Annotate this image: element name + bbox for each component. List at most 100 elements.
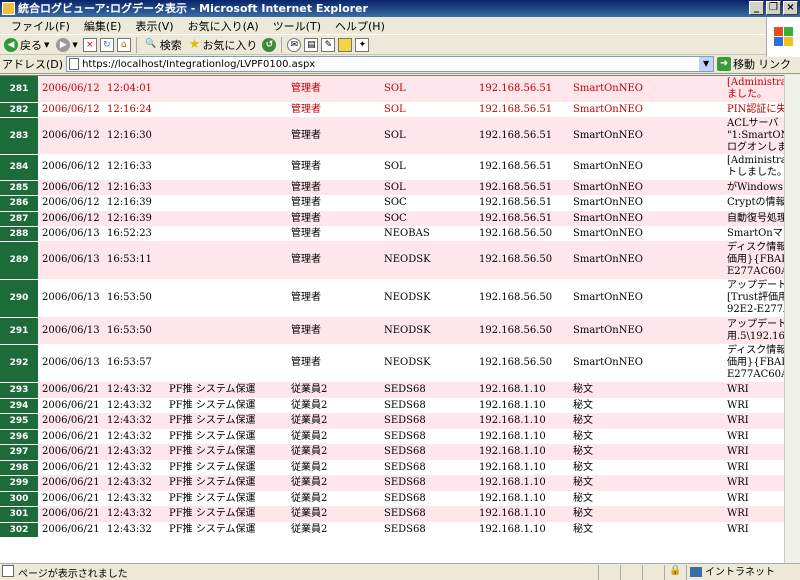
table-row[interactable]: 287 2006/06/12 12:16:39 管理者 SOC 192.168.56.51… (0, 211, 800, 227)
table-row[interactable]: 297 2006/06/21 12:43:32 PF推 システム保運 従業員2 SEDS6… (0, 444, 800, 461)
intranet-icon (690, 566, 702, 577)
host-cell: SmartOnNEO (569, 102, 723, 117)
row-number: 294 (0, 398, 38, 414)
menu-view[interactable]: 表示(V) (128, 18, 180, 34)
favorites-button[interactable]: ★ お気に入り (187, 36, 260, 54)
row-number: 300 (0, 491, 38, 507)
menu-favorites[interactable]: お気に入り(A) (181, 18, 266, 34)
address-dropdown-icon[interactable]: ▼ (699, 57, 714, 71)
table-row[interactable]: 283 2006/06/12 12:16:30 管理者 SOL 192.168.56.51… (0, 117, 800, 155)
task-cell: PF推 システム保運 (165, 460, 287, 475)
edit-icon[interactable]: ✎ (321, 37, 336, 52)
user-cell: 管理者 (287, 211, 380, 226)
row-number: 285 (0, 180, 38, 196)
host-cell: 秘文 (569, 382, 723, 398)
history-icon[interactable]: ↺ (262, 37, 277, 52)
ip-cell: 192.168.1.10 (475, 398, 569, 413)
time-cell: 12:04:01 (103, 76, 165, 102)
table-row[interactable]: 301 2006/06/21 12:43:32 PF推 システム保運 従業員2 SEDS6… (0, 506, 800, 523)
category-cell: SOL (380, 76, 475, 102)
vertical-scrollbar[interactable] (784, 75, 800, 563)
time-cell: 16:53:50 (103, 317, 165, 344)
user-cell: 従業員2 (287, 382, 380, 398)
table-row[interactable]: 289 2006/06/13 16:53:11 管理者 NEODSK 192.168.56… (0, 241, 800, 280)
host-cell: 秘文 (569, 444, 723, 460)
table-row[interactable]: 291 2006/06/13 16:53:50 管理者 NEODSK 192.168.56… (0, 317, 800, 345)
ip-cell: 192.168.1.10 (475, 444, 569, 460)
category-cell: NEODSK (380, 344, 475, 382)
host-cell: SmartOnNEO (569, 195, 723, 211)
search-button[interactable]: 🔍 検索 (142, 36, 184, 54)
ip-cell: 192.168.56.50 (475, 226, 569, 241)
category-cell: SOL (380, 154, 475, 180)
table-row[interactable]: 282 2006/06/12 12:16:24 管理者 SOL 192.168.56.51… (0, 102, 800, 118)
table-row[interactable]: 295 2006/06/21 12:43:32 PF推 システム保運 従業員2 SEDS6… (0, 413, 800, 430)
task-cell: PF推 システム保運 (165, 522, 287, 537)
table-row[interactable]: 290 2006/06/13 16:53:50 管理者 NEODSK 192.168.56… (0, 279, 800, 318)
toolbar-divider (135, 36, 137, 53)
back-button[interactable]: ◀ 戻る ▼ (2, 36, 51, 54)
links-button[interactable]: リンク (758, 56, 791, 72)
row-number: 291 (0, 317, 38, 345)
table-row[interactable]: 288 2006/06/13 16:52:23 管理者 NEOBAS 192.168.56… (0, 226, 800, 242)
row-number: 302 (0, 522, 38, 538)
go-button[interactable]: ➜ 移動 (717, 56, 755, 72)
time-cell: 12:16:24 (103, 102, 165, 117)
zone-label: イントラネット (705, 566, 775, 578)
forward-button[interactable]: ▶ ▼ (54, 36, 79, 54)
menu-help[interactable]: ヘルプ(H) (328, 18, 392, 34)
table-row[interactable]: 292 2006/06/13 16:53:57 管理者 NEODSK 192.168.56… (0, 344, 800, 383)
messenger-icon[interactable]: ✦ (355, 37, 370, 52)
time-cell: 16:53:11 (103, 241, 165, 279)
time-cell: 12:43:32 (103, 444, 165, 460)
table-row[interactable]: 302 2006/06/21 12:43:32 PF推 システム保運 従業員2 SEDS6… (0, 522, 800, 538)
host-cell: 秘文 (569, 522, 723, 537)
table-row[interactable]: 299 2006/06/21 12:43:32 PF推 システム保運 従業員2 SEDS6… (0, 475, 800, 492)
forward-arrow-icon: ▶ (56, 37, 71, 52)
menu-file[interactable]: ファイル(F) (4, 18, 77, 34)
time-cell: 12:16:30 (103, 117, 165, 154)
task-cell: PF推 システム保運 (165, 382, 287, 398)
table-row[interactable]: 284 2006/06/12 12:16:33 管理者 SOL 192.168.56.51… (0, 154, 800, 181)
user-cell: 従業員2 (287, 413, 380, 429)
ip-cell: 192.168.1.10 (475, 382, 569, 398)
table-row[interactable]: 294 2006/06/21 12:43:32 PF推 システム保運 従業員2 SEDS6… (0, 398, 800, 414)
table-row[interactable]: 298 2006/06/21 12:43:32 PF推 システム保運 従業員2 SEDS6… (0, 460, 800, 476)
table-row[interactable]: 296 2006/06/21 12:43:32 PF推 システム保運 従業員2 SEDS6… (0, 429, 800, 445)
stop-icon[interactable]: × (82, 37, 97, 52)
task-cell: PF推 システム保運 (165, 444, 287, 460)
minimize-button[interactable]: _ (749, 1, 764, 15)
host-cell: SmartOnNEO (569, 279, 723, 317)
go-arrow-icon: ➜ (717, 57, 732, 71)
table-row[interactable]: 293 2006/06/21 12:43:32 PF推 システム保運 従業員2 SEDS6… (0, 382, 800, 399)
time-cell: 12:16:33 (103, 180, 165, 195)
ie-app-icon (2, 2, 15, 15)
category-cell: NEODSK (380, 279, 475, 317)
menu-edit[interactable]: 編集(E) (77, 18, 129, 34)
host-cell: SmartOnNEO (569, 241, 723, 279)
discuss-icon[interactable] (338, 37, 353, 52)
table-row[interactable]: 300 2006/06/21 12:43:32 PF推 システム保運 従業員2 SEDS6… (0, 491, 800, 507)
task-cell (165, 211, 287, 226)
date-cell: 2006/06/21 (38, 522, 103, 537)
table-row[interactable]: 286 2006/06/12 12:16:39 管理者 SOC 192.168.56.51… (0, 195, 800, 212)
task-cell: PF推 システム保運 (165, 506, 287, 522)
host-cell: SmartOnNEO (569, 317, 723, 344)
user-cell: 管理者 (287, 154, 380, 180)
mail-icon[interactable]: ✉ (287, 37, 302, 52)
page-done-icon (2, 564, 14, 577)
time-cell: 12:43:32 (103, 398, 165, 413)
close-button[interactable]: × (783, 1, 798, 15)
table-row[interactable]: 281 2006/06/12 12:04:01 管理者 SOL 192.168.56.51… (0, 76, 800, 103)
user-cell: 従業員2 (287, 475, 380, 491)
table-row[interactable]: 285 2006/06/12 12:16:33 管理者 SOL 192.168.56.51… (0, 180, 800, 196)
print-icon[interactable]: ▤ (304, 37, 319, 52)
home-icon[interactable]: ⌂ (116, 37, 131, 52)
menu-tools[interactable]: ツール(T) (266, 18, 328, 34)
search-label: 検索 (159, 38, 182, 52)
status-cell (598, 564, 620, 580)
maximize-button[interactable]: ❐ (766, 1, 781, 15)
address-input[interactable]: https://localhost/Integrationlog/LVPF010… (66, 56, 715, 72)
status-cell (620, 564, 642, 580)
refresh-icon[interactable]: ↻ (99, 37, 114, 52)
